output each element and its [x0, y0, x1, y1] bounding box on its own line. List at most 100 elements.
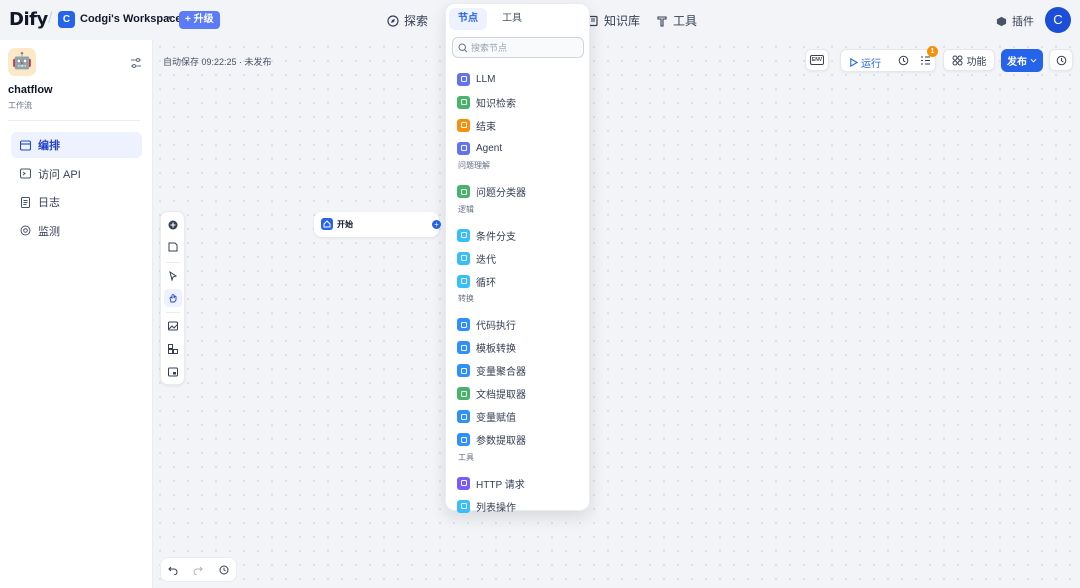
- node-item-end[interactable]: 结束: [457, 117, 496, 133]
- divider: [166, 262, 180, 263]
- add-node-button[interactable]: [164, 216, 182, 234]
- nav-tools[interactable]: 工具: [656, 12, 697, 29]
- run-button[interactable]: 运行: [849, 55, 881, 70]
- tab-tools[interactable]: 工具: [493, 8, 531, 30]
- node-item-label: 变量赋值: [476, 413, 516, 424]
- sliders-icon[interactable]: [130, 57, 142, 69]
- image-icon: [168, 321, 178, 331]
- node-item-iteration[interactable]: 迭代: [457, 250, 496, 266]
- pointer-mode-button[interactable]: [164, 267, 182, 285]
- node-item-label: 变量聚合器: [476, 367, 526, 378]
- nav-knowledge[interactable]: 知识库: [587, 12, 640, 29]
- dify-logo[interactable]: Dify: [9, 9, 48, 30]
- history-icon: [1056, 55, 1066, 65]
- app-sidebar: 🤖 chatflow 工作流 编排 访问 API 日志 监测: [0, 40, 153, 588]
- node-picker-popover: 节点 工具 LLM 知识检索结束 Agent 问题理解问题分类器逻辑条件分支迭代循环转…: [445, 3, 590, 514]
- nav-explore[interactable]: 探索: [387, 12, 428, 29]
- start-node-label: 开始: [337, 220, 353, 229]
- end-icon: [457, 118, 470, 132]
- undo-icon[interactable]: [168, 565, 178, 575]
- node-item-label: Agent: [476, 142, 503, 154]
- doc-extractor-icon: [457, 387, 470, 400]
- node-item-label: 模板转换: [476, 344, 516, 355]
- workflow-canvas[interactable]: [153, 40, 1080, 588]
- node-search[interactable]: [452, 37, 584, 58]
- sidebar-item-monitor[interactable]: 监测: [11, 218, 142, 244]
- http-request-icon: [457, 476, 470, 490]
- node-item-template-transform[interactable]: 模板转换: [457, 340, 516, 356]
- question-classifier-icon: [457, 185, 470, 198]
- knowledge-retrieval-icon: [457, 95, 470, 109]
- node-item-http-request[interactable]: HTTP 请求: [457, 475, 525, 491]
- workspace-name[interactable]: Codgi's Workspace: [80, 13, 181, 25]
- sidebar-item-logs[interactable]: 日志: [11, 189, 142, 215]
- node-item-agent[interactable]: Agent: [457, 140, 502, 156]
- template-transform-icon: [457, 341, 470, 354]
- terminal-icon: [20, 168, 31, 179]
- node-item-loop[interactable]: 循环: [457, 273, 496, 289]
- layout-icon: [168, 344, 178, 354]
- node-item-question-classifier[interactable]: 问题分类器: [457, 184, 526, 200]
- breadcrumb-separator: /: [48, 10, 53, 27]
- checklist-badge: 1: [927, 46, 938, 57]
- publish-button[interactable]: 发布: [1001, 49, 1043, 72]
- node-group-label: 转换: [458, 294, 474, 303]
- node-item-variable-aggregator[interactable]: 变量聚合器: [457, 363, 526, 379]
- nav-knowledge-label: 知识库: [604, 14, 641, 28]
- features-button[interactable]: 功能: [943, 49, 995, 71]
- start-node[interactable]: 开始 +: [314, 212, 441, 237]
- env-button[interactable]: ENV: [805, 49, 829, 71]
- node-item-variable-assigner[interactable]: 变量赋值: [457, 409, 516, 425]
- features-label: 功能: [966, 56, 987, 68]
- autosave-status: 自动保存 09:22:25 · 未发布: [163, 57, 272, 67]
- sidebar-item-api[interactable]: 访问 API: [11, 161, 142, 187]
- document-icon: [21, 196, 30, 208]
- env-icon: ENV: [809, 55, 825, 65]
- sidebar-item-label: 编排: [38, 140, 60, 152]
- node-item-label: 列表操作: [476, 502, 516, 514]
- add-next-node-handle[interactable]: +: [432, 220, 441, 229]
- compass-icon: [387, 14, 399, 27]
- code-icon: [457, 318, 470, 331]
- window-icon: [20, 139, 31, 151]
- node-item-doc-extractor[interactable]: 文档提取器: [457, 386, 526, 402]
- play-icon: [850, 58, 858, 67]
- history-icon[interactable]: [219, 565, 229, 575]
- upgrade-button[interactable]: + 升级: [179, 11, 220, 29]
- workspace-avatar[interactable]: C: [58, 11, 75, 28]
- version-history-button[interactable]: [1049, 49, 1073, 71]
- run-toolbar: 运行: [840, 49, 936, 72]
- llm-icon: [457, 72, 470, 86]
- node-item-list-operator[interactable]: 列表操作: [457, 498, 516, 514]
- tab-nodes[interactable]: 节点: [449, 8, 487, 30]
- sidebar-item-orchestrate[interactable]: 编排: [11, 132, 142, 158]
- plugins-link[interactable]: 插件: [996, 13, 1034, 29]
- canvas-toolbar: [160, 211, 185, 385]
- app-name: chatflow: [8, 84, 53, 96]
- node-picker-tabs: 节点 工具: [449, 8, 537, 32]
- iteration-icon: [457, 251, 470, 265]
- add-note-button[interactable]: [164, 238, 182, 256]
- search-input[interactable]: [471, 42, 581, 53]
- plugins-label: 插件: [1012, 16, 1034, 28]
- loop-icon: [457, 274, 470, 288]
- run-label: 运行: [861, 59, 881, 70]
- user-avatar[interactable]: C: [1045, 7, 1071, 33]
- minimap-button[interactable]: [164, 363, 182, 381]
- node-item-label: 条件分支: [476, 231, 516, 243]
- chevron-down-icon[interactable]: ▾: [168, 13, 173, 24]
- node-item-parameter-extractor[interactable]: 参数提取器: [457, 432, 526, 448]
- node-item-llm[interactable]: LLM: [457, 71, 495, 87]
- redo-icon[interactable]: [193, 565, 203, 575]
- organize-nodes-button[interactable]: [164, 340, 182, 358]
- hand-mode-button[interactable]: [164, 289, 182, 307]
- features-icon: [952, 55, 962, 65]
- history-run-icon[interactable]: [898, 55, 909, 66]
- node-item-label: HTTP 请求: [476, 479, 525, 491]
- checklist-icon[interactable]: [920, 55, 931, 66]
- chevron-down-icon: [1030, 58, 1037, 63]
- node-item-if-else[interactable]: 条件分支: [457, 227, 516, 243]
- node-item-code[interactable]: 代码执行: [457, 317, 516, 333]
- export-image-button[interactable]: [164, 317, 182, 335]
- node-item-knowledge-retrieval[interactable]: 知识检索: [457, 94, 516, 110]
